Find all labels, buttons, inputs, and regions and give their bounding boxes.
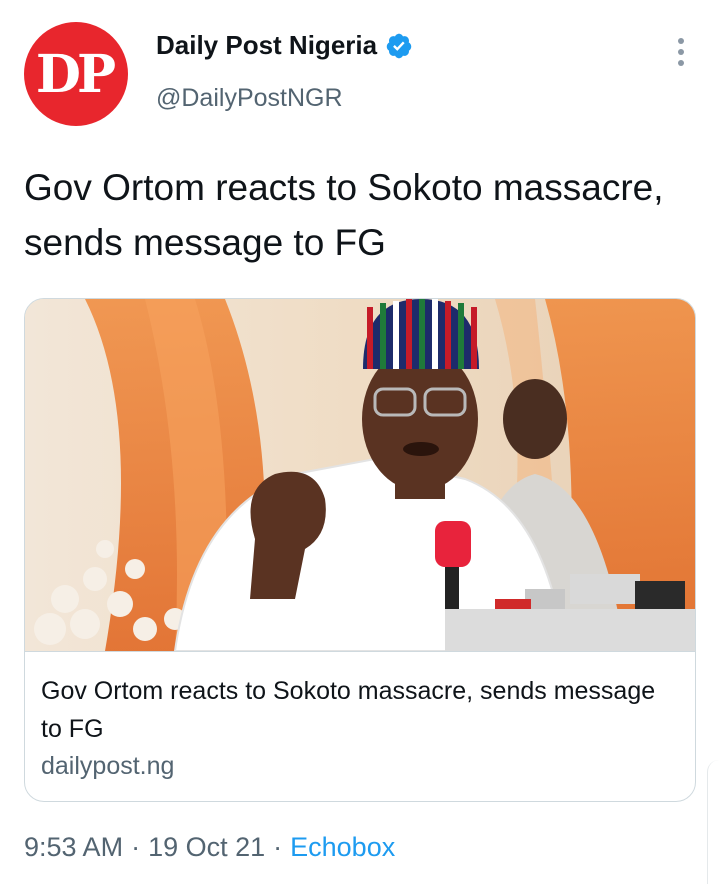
avatar[interactable]: DP — [24, 22, 128, 126]
more-options-icon[interactable] — [677, 38, 685, 66]
user-handle[interactable]: @DailyPostNGR — [156, 84, 343, 113]
card-domain: dailypost.ng — [41, 752, 175, 780]
link-preview-card[interactable]: Gov Ortom reacts to Sokoto massacre, sen… — [24, 298, 696, 802]
card-photo — [25, 299, 695, 651]
author-name-row: Daily Post Nigeria — [156, 30, 413, 61]
tweet-date[interactable]: 19 Oct 21 — [148, 832, 265, 863]
meta-separator: · — [273, 832, 283, 862]
tweet-time[interactable]: 9:53 AM — [24, 832, 123, 863]
card-body[interactable]: Gov Ortom reacts to Sokoto massacre, sen… — [25, 651, 695, 801]
tweet-meta: 9:53 AM · 19 Oct 21 · Echobox — [24, 832, 395, 863]
tweet-source-link[interactable]: Echobox — [290, 832, 395, 863]
edge-divider — [707, 760, 719, 884]
verified-badge-icon — [386, 33, 412, 58]
avatar-logo-text: DP — [35, 43, 116, 105]
card-title: Gov Ortom reacts to Sokoto massacre, sen… — [41, 677, 656, 743]
display-name[interactable]: Daily Post Nigeria — [156, 30, 377, 61]
tweet-text: Gov Ortom reacts to Sokoto massacre, sen… — [24, 167, 664, 263]
card-image[interactable] — [25, 299, 695, 651]
meta-separator: · — [131, 832, 141, 862]
